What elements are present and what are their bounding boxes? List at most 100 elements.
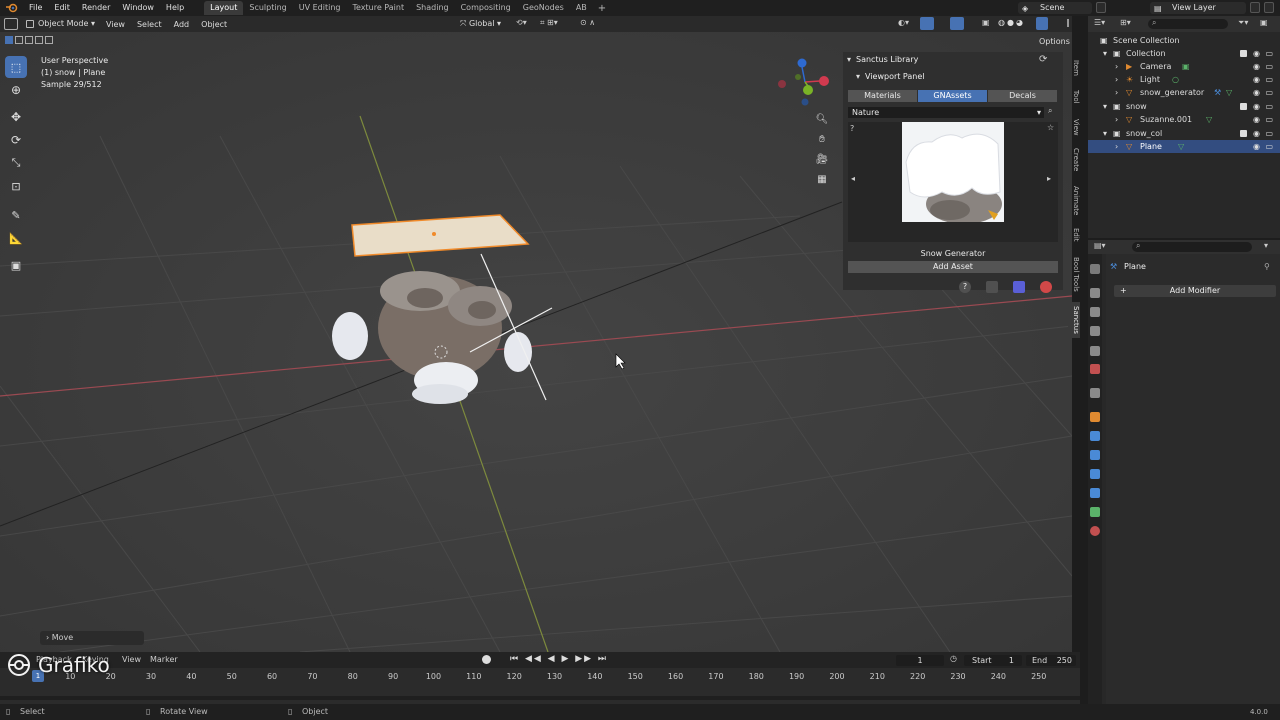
scene-selector[interactable]: ◈ Scene [1018,2,1092,14]
side-tab-item[interactable]: Item [1068,56,1080,80]
output-tab-icon[interactable] [1090,307,1100,317]
camera-view-icon[interactable]: 🎥︎ [815,152,829,166]
expand-chevron-icon[interactable]: › [1115,60,1118,73]
search-icon[interactable]: ⌕ [1048,106,1052,116]
new-view-layer-icon[interactable] [1250,2,1260,13]
gizmo-toggle-icon[interactable] [920,17,934,30]
rendered-shading-icon[interactable] [1036,17,1048,30]
view-layer-tab-icon[interactable] [1090,326,1100,336]
display-mode-icon[interactable]: ⊞▾ [1120,18,1131,27]
side-tab-edit[interactable]: Edit [1068,226,1080,244]
constraints-tab-icon[interactable] [1090,488,1100,498]
pin-icon[interactable]: ⚲ [1264,262,1270,271]
object-tab-icon[interactable] [1090,412,1100,422]
category-dropdown[interactable]: Nature ▾ [848,107,1044,118]
record-icon[interactable] [482,655,491,664]
current-frame-field[interactable]: 1 [896,655,944,666]
side-tab-create[interactable]: Create [1068,146,1080,174]
eye-icon[interactable]: ◉ [1253,86,1260,99]
expand-chevron-icon[interactable]: › [1115,86,1118,99]
select-new-icon[interactable] [5,36,13,44]
exclude-checkbox[interactable] [1240,50,1247,57]
viewport-menu-view[interactable]: View [100,20,131,29]
tab-layout[interactable]: Layout [204,1,244,15]
viewport-menu-add[interactable]: Add [168,20,196,29]
viewport-menu-object[interactable]: Object [195,20,233,29]
menu-file[interactable]: File [23,0,48,16]
new-scene-icon[interactable] [1096,2,1106,13]
outliner-editor-icon[interactable]: ☰▾ [1094,18,1105,27]
select-intersect-icon[interactable] [45,36,53,44]
physics-tab-icon[interactable] [1090,469,1100,479]
patreon-icon[interactable] [1040,281,1052,293]
viewport-menu-select[interactable]: Select [131,20,168,29]
outliner-scene-collection[interactable]: ▣ Scene Collection [1088,34,1280,47]
tab-texture-paint[interactable]: Texture Paint [346,1,410,15]
eye-icon[interactable]: ◉ [1253,73,1260,86]
pivot-icon[interactable]: ⟲▾ [516,18,527,27]
collapse-header-icon[interactable]: ‖ [1066,18,1070,27]
cursor-tool[interactable]: ⊕ [5,79,27,101]
select-invert-icon[interactable] [35,36,43,44]
render-camera-icon[interactable]: ▭ [1265,113,1273,126]
outliner-row-suzanne[interactable]: › ▽ Suzanne.001 ▽ ◉ ▭ [1088,113,1280,126]
info-icon[interactable]: ? [959,281,971,293]
particles-tab-icon[interactable] [1090,450,1100,460]
tab-materials[interactable]: Materials [848,90,918,102]
expand-chevron-icon[interactable]: ▾ [1103,47,1107,60]
eye-icon[interactable]: ◉ [1253,100,1260,113]
snap-icon[interactable]: ⌗ ⊞▾ [540,18,558,28]
mode-dropdown[interactable]: Object Mode ▾ [22,18,100,30]
side-tab-bool-tools[interactable]: Bool Tools [1068,254,1080,294]
outliner-row-snow[interactable]: ▾ ▣ snow ◉ ▭ [1088,100,1280,113]
expand-chevron-icon[interactable]: ▾ [1103,100,1107,113]
options-button[interactable]: Options [1039,37,1070,46]
expand-chevron-icon[interactable]: › [1115,140,1118,153]
editor-type-icon[interactable] [4,18,18,30]
timeline-panel[interactable]: Playback Keying View Marker ⏮ ◀◀ ◀ ▶ ▶▶ … [0,652,1080,704]
render-camera-icon[interactable]: ▭ [1265,73,1273,86]
properties-search-input[interactable]: ⌕ [1132,241,1252,252]
overlay-toggle-icon[interactable] [950,17,964,30]
discord-icon[interactable] [1013,281,1025,293]
outliner-row-plane[interactable]: › ▽ Plane ▽ ◉ ▭ [1088,140,1280,153]
zoom-icon[interactable]: 🔍︎ [815,112,829,126]
material-tab-icon[interactable] [1090,526,1100,536]
shading-modes-icon[interactable]: ◍●◕ [998,18,1025,27]
transform-tool[interactable]: ⊡ [5,175,27,197]
playback-controls[interactable]: ⏮ ◀◀ ◀ ▶ ▶▶ ⏭ [510,654,608,664]
last-operator-panel[interactable]: › Move [40,631,144,645]
outliner-row-snow-col[interactable]: ▾ ▣ snow_col ◉ ▭ [1088,127,1280,140]
eye-icon[interactable]: ◉ [1253,47,1260,60]
side-tab-animate[interactable]: Animate [1068,184,1080,218]
visibility-icon[interactable]: ◐▾ [898,18,909,27]
tab-decals[interactable]: Decals [988,90,1058,102]
collection-tab-icon[interactable] [1090,388,1100,398]
render-tab-icon[interactable] [1090,288,1100,298]
exclude-checkbox[interactable] [1240,103,1247,110]
move-tool[interactable]: ✥ [5,106,27,128]
end-frame-field[interactable]: End 250 [1026,655,1076,666]
select-subtract-icon[interactable] [25,36,33,44]
proportional-edit-icon[interactable]: ⊙ ∧ [580,18,595,27]
render-camera-icon[interactable]: ▭ [1265,100,1273,113]
select-box-tool[interactable]: ⬚ [5,56,27,78]
blender-logo-icon[interactable] [5,2,19,14]
help-icon[interactable]: ? [850,124,854,133]
render-camera-icon[interactable]: ▭ [1265,140,1273,153]
timeline-menu-marker[interactable]: Marker [150,652,178,668]
annotate-tool[interactable]: ✎ [5,204,27,226]
properties-editor-icon[interactable]: ▤▾ [1094,241,1106,250]
select-extend-icon[interactable] [15,36,23,44]
view-layer-selector[interactable]: ▤ View Layer [1150,2,1246,14]
new-collection-icon[interactable]: ▣ [1260,18,1268,27]
add-asset-button[interactable]: Add Asset [848,261,1058,273]
snow-generator-thumbnail[interactable] [902,122,1004,222]
tab-ab[interactable]: AB [570,1,593,15]
tab-sculpting[interactable]: Sculpting [243,1,292,15]
clock-icon[interactable]: ◷ [950,654,957,663]
tab-geonodes[interactable]: GeoNodes [517,1,570,15]
render-camera-icon[interactable]: ▭ [1265,86,1273,99]
side-tab-sanctus[interactable]: Sanctus [1068,302,1080,338]
outliner-row-camera[interactable]: › ▶ Camera ▣ ◉ ▭ [1088,60,1280,73]
